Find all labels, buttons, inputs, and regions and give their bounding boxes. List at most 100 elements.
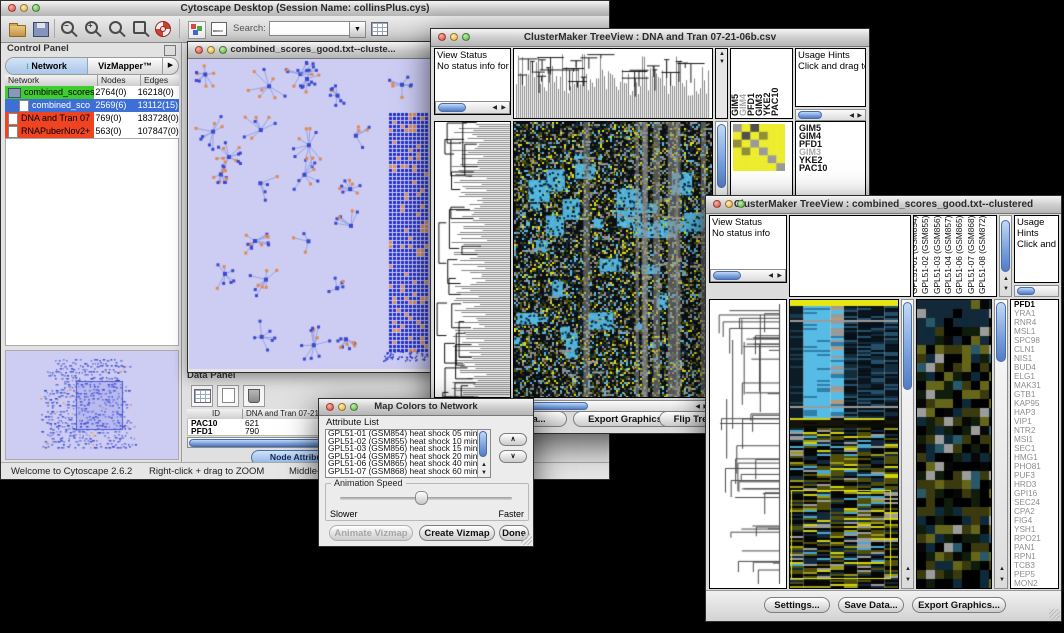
treeview2-column-scrollbar[interactable]: ▲ ▼ — [999, 215, 1012, 297]
gene-label[interactable]: NIS1 — [1011, 354, 1058, 363]
network-row[interactable]: RNAPuberNov2+563(0)107847(0) — [5, 125, 179, 138]
column-label[interactable]: GPL51-07 (GSM868) — [966, 216, 976, 294]
gene-label[interactable]: RPO21 — [1011, 534, 1058, 543]
create-vizmap-button[interactable]: Create Vizmap — [419, 525, 495, 541]
gene-label[interactable]: MSI1 — [1011, 435, 1058, 444]
gene-label[interactable]: CPA2 — [1011, 507, 1058, 516]
treeview2-row-dendrogram[interactable] — [709, 299, 787, 589]
network-overview-panel[interactable] — [5, 350, 179, 460]
close-icon[interactable] — [326, 403, 334, 411]
save-data-button[interactable]: Save Data... — [838, 597, 904, 613]
help-icon[interactable] — [153, 19, 173, 39]
treeview2-zoom-heatmap[interactable] — [916, 299, 992, 589]
zoom-selected-icon[interactable] — [131, 19, 151, 39]
zoom-out-icon[interactable]: − — [59, 19, 79, 39]
column-label[interactable]: GPL51-04 (GSM857) — [943, 216, 953, 294]
gene-label[interactable]: PHO81 — [1011, 462, 1058, 471]
zoom-window-icon[interactable] — [219, 46, 227, 54]
gene-label[interactable]: SEC24 — [1011, 498, 1058, 507]
treeview2-titlebar[interactable]: ClusterMaker TreeView : combined_scores_… — [706, 196, 1061, 214]
treeview1-titlebar[interactable]: ClusterMaker TreeView : DNA and Tran 07-… — [431, 29, 869, 47]
usage-hints-hscrollbar[interactable]: ◀ ▶ — [795, 109, 866, 121]
gene-label[interactable]: YRA1 — [1011, 309, 1058, 318]
gene-label[interactable]: MON2 — [1011, 579, 1058, 588]
open-file-icon[interactable] — [7, 19, 27, 39]
network-view-titlebar[interactable]: combined_scores_good.txt--cluste... — [188, 42, 438, 59]
treeview2-heatmap-vscrollbar[interactable]: ▲ ▼ — [901, 299, 914, 589]
gene-label[interactable]: VIP1 — [1011, 417, 1058, 426]
treeview1-heatmap[interactable] — [513, 121, 713, 398]
zoom-window-icon[interactable] — [462, 33, 470, 41]
minimize-icon[interactable] — [725, 200, 733, 208]
attribute-select-icon[interactable] — [191, 385, 213, 407]
minimize-icon[interactable] — [20, 4, 28, 12]
new-attribute-icon[interactable] — [217, 385, 239, 407]
zoom-window-icon[interactable] — [350, 403, 358, 411]
gene-label[interactable]: KAP95 — [1011, 399, 1058, 408]
treeview1-row-dendrogram[interactable] — [434, 121, 511, 398]
tab-overflow-icon[interactable]: ▶ — [162, 58, 178, 74]
animate-vizmap-button[interactable]: Animate Vizmap — [329, 525, 413, 541]
column-label[interactable]: GPL51-03 (GSM856) — [932, 216, 942, 294]
attribute-list-scrollbar[interactable]: ▲ ▼ — [477, 430, 490, 477]
network-canvas[interactable] — [189, 59, 435, 369]
gene-label[interactable]: MAK31 — [1011, 381, 1058, 390]
treeview1-column-labels[interactable]: GIM5GIM4PFD1GIM3YKE2PAC10 — [730, 48, 793, 119]
search-dropdown-icon[interactable]: ▼ — [349, 21, 366, 38]
gene-label[interactable]: HRD3 — [1011, 480, 1058, 489]
zoom-fit-icon[interactable] — [107, 19, 127, 39]
gene-label[interactable]: GTB1 — [1011, 390, 1058, 399]
column-header[interactable]: Network — [5, 75, 98, 86]
tab-vizmapper[interactable]: VizMapper™ — [88, 58, 162, 74]
gene-label[interactable]: CLN1 — [1011, 345, 1058, 354]
gene-label[interactable]: RPN1 — [1011, 552, 1058, 561]
resize-grip[interactable] — [521, 534, 532, 545]
annotation-icon[interactable] — [209, 19, 229, 39]
dialog-titlebar[interactable]: Map Colors to Network — [319, 399, 533, 416]
network-tree-empty-area[interactable] — [5, 138, 179, 346]
main-titlebar[interactable]: Cytoscape Desktop (Session Name: collins… — [1, 1, 609, 17]
gene-label[interactable]: PAN1 — [1011, 543, 1058, 552]
treeview2-zoom-vscrollbar[interactable]: ▲ ▼ — [994, 299, 1008, 589]
row-label[interactable]: PAC10 — [796, 164, 865, 172]
slider-thumb[interactable] — [415, 491, 428, 505]
zoom-window-icon[interactable] — [737, 200, 745, 208]
gene-label[interactable]: FIG4 — [1011, 516, 1058, 525]
minimize-icon[interactable] — [338, 403, 346, 411]
attribute-item[interactable]: GPL51-07 (GSM868) heat shock 60 min — [326, 468, 490, 476]
search-input[interactable] — [269, 21, 353, 36]
gene-label[interactable]: ELG1 — [1011, 372, 1058, 381]
gene-label[interactable]: YSH1 — [1011, 525, 1058, 534]
network-row[interactable]: combined_sco2569(6)13112(15) — [5, 99, 179, 112]
float-panel-icon[interactable] — [164, 45, 176, 56]
close-icon[interactable] — [713, 200, 721, 208]
gene-label[interactable]: PEP5 — [1011, 570, 1058, 579]
save-icon[interactable] — [31, 19, 51, 39]
close-icon[interactable] — [195, 46, 203, 54]
treeview2-heatmap[interactable] — [789, 299, 899, 589]
gene-label[interactable]: BUD4 — [1011, 363, 1058, 372]
treeview1-column-scroll-strip[interactable]: ▲▼ — [715, 48, 728, 119]
attribute-editor-icon[interactable] — [369, 19, 389, 39]
tab-network[interactable]: ⁝ Network — [6, 58, 88, 74]
delete-attribute-icon[interactable] — [243, 385, 265, 407]
network-row[interactable]: combined_scores_g2764(0)16218(0) — [5, 86, 179, 99]
zoom-in-icon[interactable]: + — [83, 19, 103, 39]
gene-label[interactable]: TCB3 — [1011, 561, 1058, 570]
gene-label[interactable]: HMG1 — [1011, 453, 1058, 462]
column-label[interactable]: GPL51-06 (GSM865) — [954, 216, 964, 294]
column-label[interactable]: GPL51-08 (GSM872) — [977, 216, 987, 294]
close-icon[interactable] — [438, 33, 446, 41]
view-status-hscrollbar[interactable]: ◀ ▶ — [435, 101, 510, 114]
settings-button[interactable]: Settings... — [764, 597, 830, 613]
column-header[interactable]: Nodes — [98, 75, 141, 86]
treeview2-column-area[interactable] — [789, 215, 911, 297]
vizmapper-icon[interactable] — [187, 19, 207, 39]
column-label[interactable]: GPL51-02 (GSM855) — [920, 216, 930, 294]
minimize-icon[interactable] — [207, 46, 215, 54]
treeview1-column-dendrogram[interactable] — [513, 48, 713, 119]
gene-label[interactable]: MSL1 — [1011, 327, 1058, 336]
move-down-button[interactable]: ∨ — [499, 450, 527, 463]
view-status-hscrollbar[interactable]: ◀ ▶ — [710, 269, 786, 282]
column-label[interactable]: GPL51-01 (GSM854) — [913, 216, 919, 294]
